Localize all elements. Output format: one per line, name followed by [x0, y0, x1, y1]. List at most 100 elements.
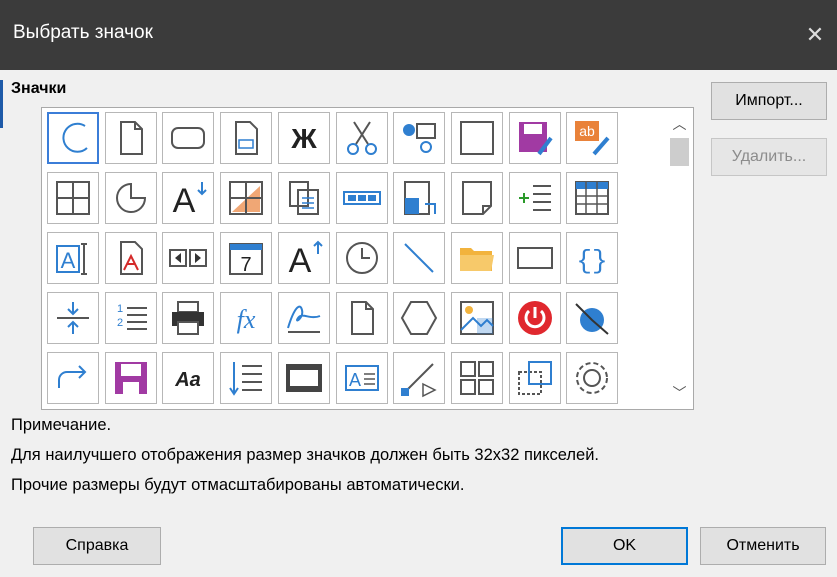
font-size-down-icon-glyph: A — [173, 182, 207, 218]
printer-icon-glyph — [172, 301, 204, 335]
calendar-icon[interactable]: 7 — [220, 232, 272, 284]
page-field-icon[interactable] — [220, 112, 272, 164]
save-as-icon[interactable] — [509, 112, 561, 164]
gear-icon-glyph — [576, 362, 608, 394]
help-button[interactable]: Справка — [33, 527, 161, 565]
paragraph-spacing-icon[interactable] — [47, 292, 99, 344]
rectangle-icon[interactable] — [509, 232, 561, 284]
line-icon[interactable] — [393, 232, 445, 284]
power-icon[interactable] — [509, 292, 561, 344]
control-bar-icon[interactable] — [336, 172, 388, 224]
line-spacing-icon-glyph — [229, 362, 262, 396]
image-frame-icon[interactable] — [393, 172, 445, 224]
note-heading: Примечание. — [11, 416, 112, 434]
import-button[interactable]: Импорт... — [711, 82, 827, 120]
save-as-icon-glyph — [519, 122, 553, 156]
font-size-up-icon-glyph: A — [289, 240, 323, 278]
line-spacing-icon[interactable] — [220, 352, 272, 404]
film-icon-glyph — [286, 364, 322, 392]
text-frame-icon-glyph: A — [56, 243, 87, 275]
control-bar-icon-glyph — [343, 191, 381, 205]
svg-text:Ж: Ж — [290, 123, 317, 154]
paragraph-spacing-icon-glyph — [57, 302, 89, 334]
scroll-up-icon[interactable]: ︿ — [666, 112, 693, 136]
close-icon[interactable]: ✕ — [793, 12, 837, 58]
bezier-icon[interactable] — [566, 292, 618, 344]
spreadsheet-icon[interactable] — [566, 172, 618, 224]
navigation-arrows-icon-glyph — [169, 249, 207, 267]
font-size-down-icon[interactable]: A — [162, 172, 214, 224]
rectangle-icon-glyph — [517, 247, 553, 269]
arc-icon-glyph — [62, 122, 88, 153]
page-outline-icon[interactable] — [336, 292, 388, 344]
copy-pages-icon-glyph — [289, 181, 319, 215]
bold-icon[interactable]: Ж — [278, 112, 330, 164]
ok-button[interactable]: OK — [561, 527, 688, 565]
printer-icon[interactable] — [162, 292, 214, 344]
gear-icon[interactable] — [566, 352, 618, 404]
pdf-icon-glyph — [120, 241, 143, 275]
svg-text:A: A — [61, 248, 76, 273]
window-title: Выбрать значок — [13, 22, 153, 43]
cancel-button-label: Отменить — [726, 537, 800, 554]
connector-icon-glyph — [401, 363, 437, 398]
signature-icon[interactable] — [278, 292, 330, 344]
character-style-icon[interactable]: Aa — [162, 352, 214, 404]
function-icon[interactable]: fx — [220, 292, 272, 344]
rounded-rectangle-icon-glyph — [171, 127, 205, 149]
cancel-button[interactable]: Отменить — [700, 527, 826, 565]
folder-icon-glyph — [460, 248, 494, 271]
layout-icon[interactable] — [451, 352, 503, 404]
text-frame-icon[interactable]: A — [47, 232, 99, 284]
table-grid-icon[interactable] — [47, 172, 99, 224]
clock-icon[interactable] — [336, 232, 388, 284]
film-icon[interactable] — [278, 352, 330, 404]
vertical-scrollbar[interactable]: ︿ ﹀ — [666, 108, 693, 409]
note-line-2: Прочие размеры будут отмасштабированы ав… — [11, 476, 465, 494]
delete-button-label: Удалить... — [731, 148, 807, 165]
scroll-thumb[interactable] — [670, 138, 689, 166]
svg-text:2: 2 — [117, 317, 123, 329]
text-box-icon[interactable]: A — [336, 352, 388, 404]
image-settings-icon[interactable] — [393, 112, 445, 164]
rounded-rectangle-icon[interactable] — [162, 112, 214, 164]
folder-icon[interactable] — [451, 232, 503, 284]
numbered-list-icon[interactable]: 12 — [105, 292, 157, 344]
copy-pages-icon[interactable] — [278, 172, 330, 224]
clock-icon-glyph — [346, 242, 378, 274]
scissors-icon[interactable] — [336, 112, 388, 164]
power-icon-glyph — [518, 301, 552, 335]
navigation-arrows-icon[interactable] — [162, 232, 214, 284]
spelling-icon-glyph: ab — [575, 121, 610, 156]
numbered-list-icon-glyph: 12 — [117, 303, 147, 330]
redo-arrow-icon[interactable] — [47, 352, 99, 404]
insert-image-icon[interactable] — [451, 292, 503, 344]
hexagon-icon[interactable] — [393, 292, 445, 344]
spelling-icon[interactable]: ab — [566, 112, 618, 164]
svg-text:A: A — [349, 370, 361, 390]
scroll-down-icon[interactable]: ﹀ — [666, 381, 693, 405]
help-button-label: Справка — [65, 537, 129, 554]
insert-list-icon[interactable] — [509, 172, 561, 224]
svg-text:ab: ab — [579, 123, 595, 139]
pdf-icon[interactable] — [105, 232, 157, 284]
icon-grid: Жab A A 7 A{} 1 2 fx Aa A — [47, 112, 667, 406]
folded-note-icon[interactable] — [451, 172, 503, 224]
title-bar: Выбрать значок ✕ — [0, 0, 837, 70]
arc-icon[interactable] — [47, 112, 99, 164]
area-chart-icon[interactable] — [220, 172, 272, 224]
delete-button[interactable]: Удалить... — [711, 138, 827, 176]
save-icon[interactable] — [105, 352, 157, 404]
pie-icon[interactable] — [105, 172, 157, 224]
bezier-icon-glyph — [575, 303, 609, 335]
font-size-up-icon[interactable]: A — [278, 232, 330, 284]
icon-list[interactable]: Жab A A 7 A{} 1 2 fx Aa A ︿ ﹀ — [41, 107, 694, 410]
function-icon-glyph: fx — [237, 305, 256, 334]
square-icon[interactable] — [451, 112, 503, 164]
spreadsheet-icon-glyph — [575, 181, 609, 215]
scissors-icon-glyph — [347, 121, 377, 155]
braces-icon[interactable]: {} — [566, 232, 618, 284]
arrange-icon[interactable] — [509, 352, 561, 404]
connector-icon[interactable] — [393, 352, 445, 404]
page-icon[interactable] — [105, 112, 157, 164]
